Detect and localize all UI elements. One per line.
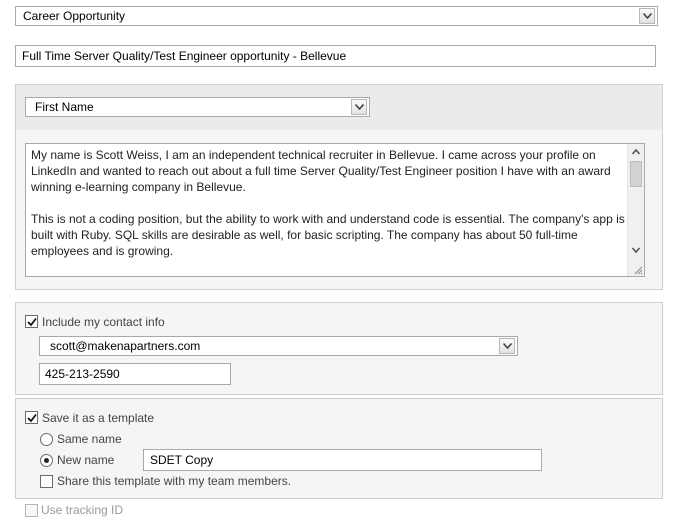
checkmark-icon: [27, 413, 37, 423]
phone-input-value: 425-213-2590: [45, 367, 120, 381]
message-paragraph-2: This is not a coding position, but the a…: [31, 212, 625, 258]
chevron-down-icon[interactable]: [351, 99, 367, 115]
template-name-value: SDET Copy: [150, 453, 214, 467]
resize-handle-icon[interactable]: [633, 265, 643, 275]
message-textarea[interactable]: My name is Scott Weiss, I am an independ…: [25, 143, 645, 277]
email-select[interactable]: scott@makenapartners.com: [39, 336, 518, 356]
chevron-down-icon[interactable]: [639, 8, 655, 24]
share-template-label: Share this template with my team members…: [57, 474, 292, 488]
message-paragraph-1: My name is Scott Weiss, I am an independ…: [31, 148, 611, 194]
email-select-value: scott@makenapartners.com: [50, 339, 201, 353]
category-select-value: Career Opportunity: [23, 9, 126, 23]
message-scrollbar[interactable]: [627, 144, 644, 276]
greeting-select-value: First Name: [35, 100, 94, 114]
template-name-input[interactable]: SDET Copy: [143, 449, 542, 471]
new-name-radio[interactable]: [40, 454, 53, 467]
new-name-label: New name: [57, 453, 115, 467]
subject-input-value: Full Time Server Quality/Test Engineer o…: [22, 49, 347, 63]
scroll-down-icon[interactable]: [631, 245, 641, 255]
include-contact-checkbox[interactable]: [25, 315, 38, 328]
radio-selected-dot: [44, 458, 49, 463]
include-contact-label: Include my contact info: [42, 315, 165, 329]
save-template-label: Save it as a template: [42, 411, 155, 425]
subject-input[interactable]: Full Time Server Quality/Test Engineer o…: [15, 45, 656, 67]
tracking-id-label: Use tracking ID: [41, 503, 124, 517]
share-template-checkbox[interactable]: [40, 475, 53, 488]
tracking-id-checkbox[interactable]: [25, 504, 38, 517]
scroll-thumb[interactable]: [630, 161, 642, 187]
same-name-radio[interactable]: [40, 433, 53, 446]
phone-input[interactable]: 425-213-2590: [39, 363, 231, 385]
category-select[interactable]: Career Opportunity: [15, 6, 658, 26]
scroll-up-icon[interactable]: [631, 147, 641, 157]
message-text: My name is Scott Weiss, I am an independ…: [31, 147, 626, 275]
greeting-select[interactable]: First Name: [25, 97, 370, 117]
save-template-checkbox[interactable]: [25, 411, 38, 424]
checkmark-icon: [27, 317, 37, 327]
chevron-down-icon[interactable]: [499, 338, 515, 354]
same-name-label: Same name: [57, 432, 122, 446]
